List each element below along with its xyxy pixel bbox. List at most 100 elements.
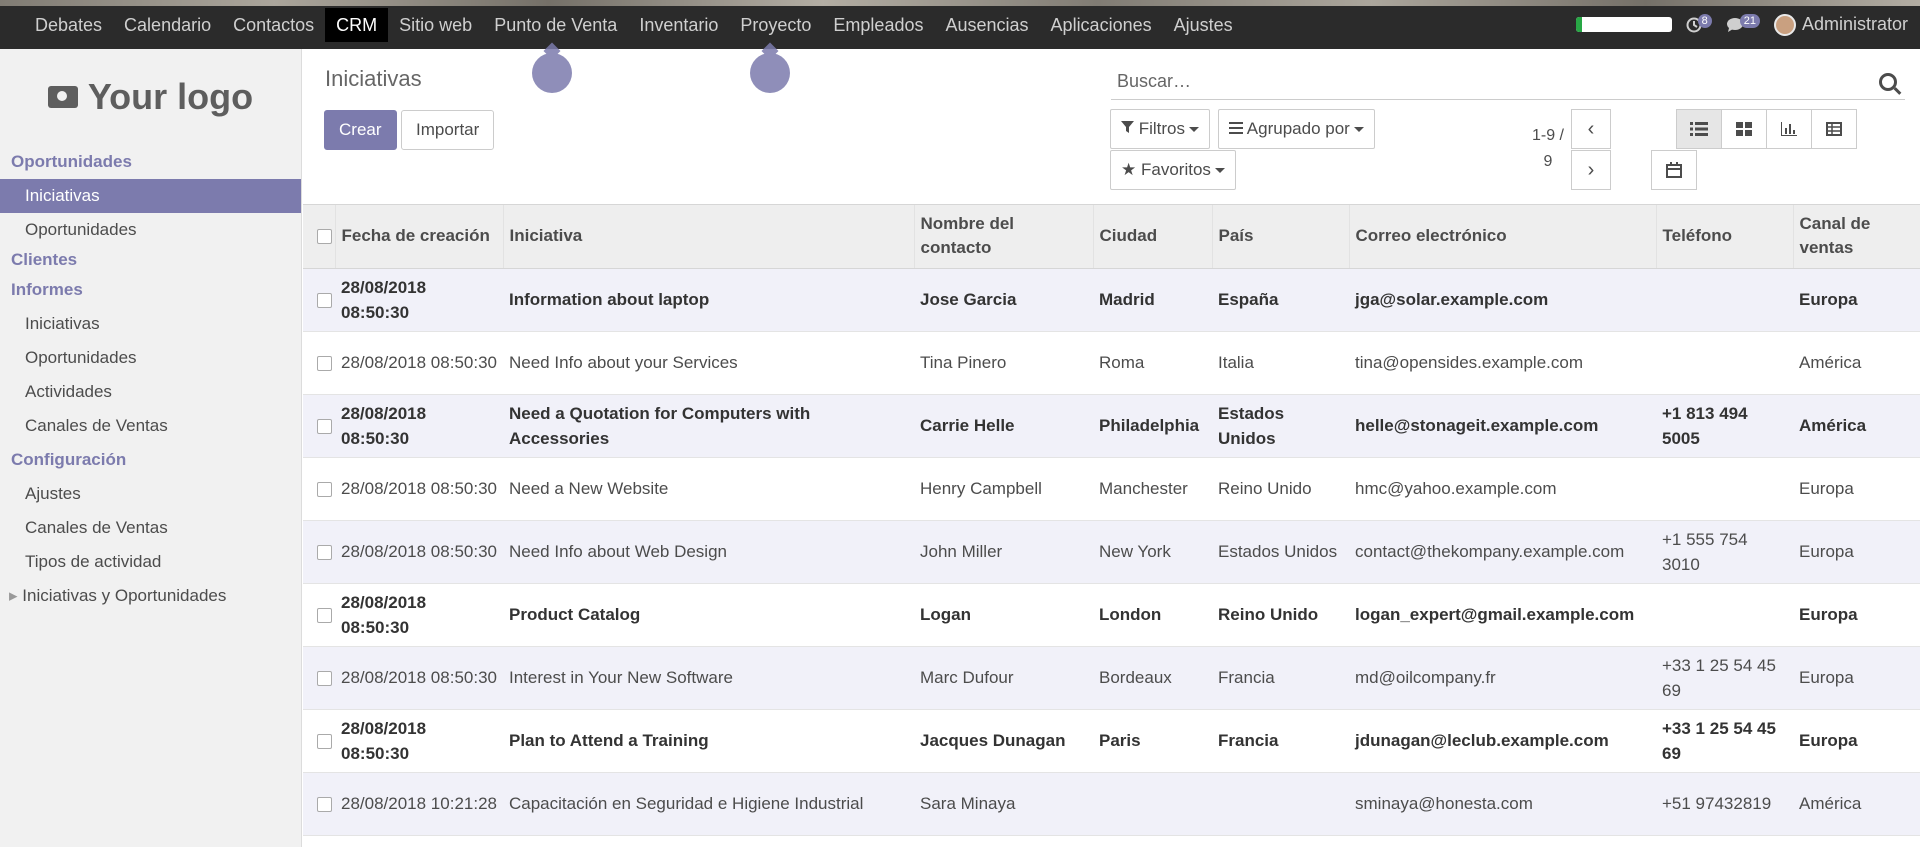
pager-next-button[interactable]: › [1571, 150, 1611, 190]
table-row[interactable]: 28/08/2018 08:50:30 Need a Quotation for … [303, 394, 1920, 458]
row-checkbox[interactable] [317, 797, 332, 813]
list-view-button[interactable] [1676, 109, 1722, 149]
sidebar-item-oportunidades[interactable]: Oportunidades [0, 341, 301, 375]
cell-iniciativa: Information about laptop [503, 268, 914, 332]
menu-item-punto-de-venta[interactable]: Punto de Venta [483, 8, 628, 42]
cell-pais: Estados Unidos [1212, 520, 1349, 584]
cell-nombre-del-contacto: Carrie Helle [914, 394, 1093, 458]
column-header-telefono[interactable]: Teléfono [1656, 205, 1794, 269]
systray: 8 21 Administrator [1575, 0, 1908, 49]
row-checkbox-cell [303, 268, 335, 332]
kanban-view-button[interactable] [1721, 109, 1767, 149]
column-header-nombre-del-contacto[interactable]: Nombre del contacto [914, 205, 1094, 269]
user-menu[interactable]: Administrator [1773, 13, 1908, 36]
table-body: 28/08/2018 08:50:30 Information about lap… [303, 268, 1920, 836]
cell-correo-electronico: contact@thekompany.example.com [1349, 520, 1656, 584]
menu-item-empleados[interactable]: Empleados [822, 8, 934, 42]
column-header-pais[interactable]: País [1212, 205, 1350, 269]
menu-item-debates[interactable]: Debates [24, 8, 113, 42]
sidebar-item-iniciativas[interactable]: Iniciativas [0, 307, 301, 341]
progress-bar[interactable] [1575, 17, 1672, 32]
row-checkbox[interactable] [317, 293, 332, 309]
row-checkbox[interactable] [317, 482, 332, 498]
cell-pais: Estados Unidos [1212, 394, 1349, 458]
filters-button[interactable]: Filtros [1110, 109, 1211, 149]
leads-table: Fecha de creación Iniciativa Nombre del co… [303, 205, 1920, 836]
table-row[interactable]: 28/08/2018 08:50:30 Information about lap… [303, 268, 1920, 332]
search-input[interactable] [1111, 71, 1879, 92]
column-header-fecha-de-creacion[interactable]: Fecha de creación [335, 205, 504, 269]
sidebar-item-oportunidades[interactable]: Oportunidades [0, 213, 301, 247]
sidebar-section-informes[interactable]: Informes [0, 273, 301, 307]
row-checkbox[interactable] [317, 419, 332, 435]
cell-ciudad: Paris [1093, 709, 1212, 773]
table-row[interactable]: 28/08/2018 08:50:30 Need a New Website Hen… [303, 457, 1920, 521]
cell-iniciativa: Plan to Attend a Training [503, 709, 914, 773]
row-checkbox[interactable] [317, 356, 332, 372]
menu-item-inventario[interactable]: Inventario [628, 8, 729, 42]
page-title: Iniciativas [325, 66, 422, 91]
table-row[interactable]: 28/08/2018 08:50:30 Plan to Attend a Trai… [303, 709, 1920, 773]
menu-item-sitio-web[interactable]: Sitio web [388, 8, 483, 42]
app-menu: Debates Calendario Contactos CRM Sitio web Pu… [0, 0, 1244, 49]
favorites-button[interactable]: ★ Favoritos [1110, 150, 1236, 190]
kanban-view-icon [1736, 122, 1752, 136]
cell-correo-electronico: md@oilcompany.fr [1349, 646, 1656, 710]
import-button[interactable]: Importar [401, 110, 495, 150]
table-row[interactable]: 28/08/2018 08:50:30 Need Info about your … [303, 331, 1920, 395]
cell-nombre-del-contacto: Jacques Dunagan [914, 709, 1093, 773]
calendar-view-button[interactable] [1651, 150, 1697, 190]
cell-canal-de-ventas: Europa [1793, 709, 1920, 773]
activity-icon[interactable]: 8 [1686, 13, 1712, 33]
sidebar-item-canales-de-ventas[interactable]: Canales de Ventas [0, 511, 301, 545]
company-logo[interactable]: Your logo [0, 49, 301, 145]
cell-telefono: +51 97432819 [1656, 772, 1793, 836]
table-row[interactable]: 28/08/2018 08:50:30 Need Info about Web D… [303, 520, 1920, 584]
messages-icon[interactable]: 21 [1726, 13, 1760, 33]
menu-item-contactos[interactable]: Contactos [222, 8, 325, 42]
row-checkbox[interactable] [317, 608, 332, 624]
cell-nombre-del-contacto: Logan [914, 583, 1093, 647]
table-icon [1826, 122, 1842, 136]
groupby-label: Agrupado por [1246, 119, 1350, 138]
sidebar-item-iniciativas[interactable]: Iniciativas [0, 179, 301, 213]
row-checkbox[interactable] [317, 545, 332, 561]
menu-item-ausencias[interactable]: Ausencias [934, 8, 1039, 42]
menu-item-ajustes[interactable]: Ajustes [1163, 8, 1244, 42]
row-checkbox-cell [303, 583, 335, 647]
cell-ciudad: London [1093, 583, 1212, 647]
cell-telefono [1656, 457, 1793, 521]
pivot-view-button[interactable] [1811, 109, 1857, 149]
sidebar-section-configuracion[interactable]: Configuración [0, 443, 301, 477]
menu-item-proyecto[interactable]: Proyecto [729, 8, 822, 42]
sidebar-section-clientes[interactable]: Clientes [0, 247, 301, 273]
select-all-checkbox[interactable] [317, 229, 332, 245]
sidebar-item-tipos-de-actividad[interactable]: Tipos de actividad [0, 545, 301, 579]
cell-nombre-del-contacto: Jose Garcia [914, 268, 1093, 332]
menu-item-aplicaciones[interactable]: Aplicaciones [1040, 8, 1163, 42]
sidebar-section-oportunidades[interactable]: Oportunidades [0, 145, 301, 179]
search-icon[interactable] [1879, 72, 1897, 91]
sidebar-item-ajustes[interactable]: Ajustes [0, 477, 301, 511]
table-row[interactable]: 28/08/2018 08:50:30 Interest in Your New … [303, 646, 1920, 710]
table-row[interactable]: 28/08/2018 08:50:30 Product Catalog Logan L… [303, 583, 1920, 647]
sidebar-item-actividades[interactable]: Actividades [0, 375, 301, 409]
column-header-canal-de-ventas[interactable]: Canal de ventas [1793, 205, 1920, 269]
column-header-ciudad[interactable]: Ciudad [1093, 205, 1213, 269]
graph-view-button[interactable] [1766, 109, 1812, 149]
sidebar-item-iniciativas-y-oportunidades[interactable]: ▸ Iniciativas y Oportunidades [0, 579, 301, 613]
row-checkbox[interactable] [317, 671, 332, 687]
cell-fecha-de-creacion: 28/08/2018 08:50:30 [335, 583, 503, 647]
column-header-iniciativa[interactable]: Iniciativa [503, 205, 915, 269]
menu-item-calendario[interactable]: Calendario [113, 8, 222, 42]
row-checkbox[interactable] [317, 734, 332, 750]
sidebar-item-canales-de-ventas[interactable]: Canales de Ventas [0, 409, 301, 443]
column-header-correo-electronico[interactable]: Correo electrónico [1349, 205, 1657, 269]
table-row[interactable]: 28/08/2018 10:21:28 Capacitación en Segur… [303, 772, 1920, 836]
cell-iniciativa: Need a Quotation for Computers with Acce… [503, 394, 914, 458]
groupby-button[interactable]: Agrupado por [1218, 109, 1375, 149]
pager-previous-button[interactable]: ‹ [1571, 109, 1611, 149]
pager[interactable]: 1-9 / 9 [1518, 123, 1578, 175]
create-button[interactable]: Crear [324, 110, 397, 150]
menu-item-crm[interactable]: CRM [325, 7, 389, 42]
